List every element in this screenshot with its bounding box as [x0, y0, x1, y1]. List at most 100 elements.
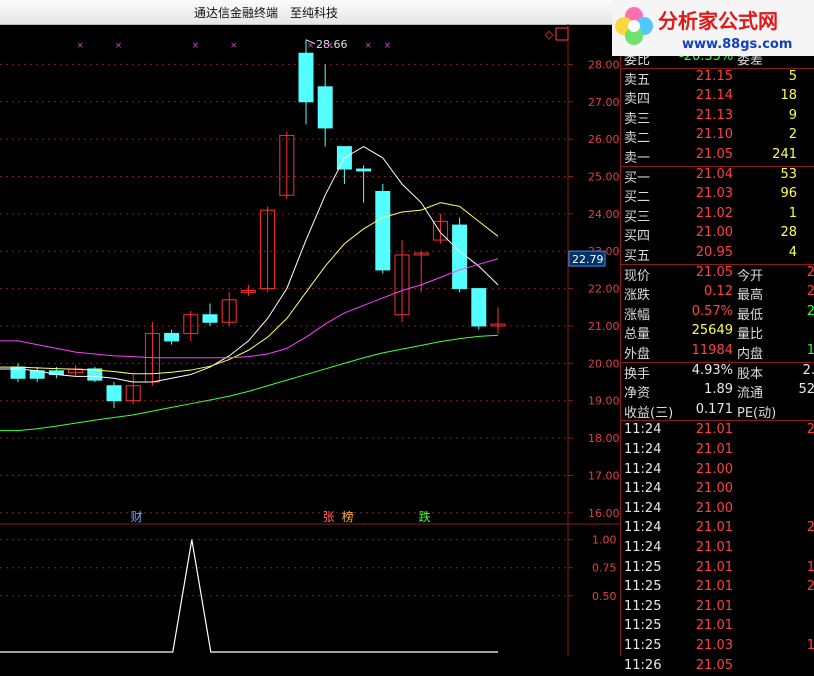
top-marker-icon: × — [76, 41, 84, 51]
tick-price: 21.03 — [695, 638, 733, 653]
tick-row[interactable]: 11:24 21.01 2 — [621, 421, 814, 440]
tick-row[interactable]: 11:24 21.01 2 — [621, 519, 814, 538]
stat-label: 最高 — [737, 288, 764, 304]
axis-tick-label: 25.00 — [588, 171, 620, 184]
ask-label: 卖五 — [624, 72, 651, 88]
event-marker[interactable]: 张 — [323, 510, 335, 524]
tick-volume: 2 — [806, 579, 814, 595]
ask-row[interactable]: 卖三 21.13 9 — [621, 107, 814, 127]
bid-price: 21.02 — [695, 205, 733, 221]
candle-body[interactable] — [164, 332, 180, 342]
tick-price: 21.00 — [695, 461, 733, 477]
bid-label: 买五 — [624, 249, 651, 264]
tick-row[interactable]: 11:25 21.01 — [621, 617, 814, 636]
tick-volume: 1 — [806, 638, 814, 653]
ask-label: 卖四 — [624, 92, 651, 108]
ask-volume: 18 — [780, 88, 797, 104]
stat-row[interactable]: 收益(三) 0.171 PE(动) — [621, 401, 814, 421]
moving-average-lines: 28.66× × × × × × × × — [0, 38, 499, 432]
ask-label: 卖二 — [624, 131, 651, 147]
tick-price: 21.01 — [695, 540, 733, 555]
bid-row[interactable]: 买二 21.03 96 — [621, 185, 814, 205]
stat-row[interactable]: 外盘 11984 内盘 1 — [621, 342, 814, 362]
bid-row[interactable]: 买三 21.02 1 — [621, 205, 814, 225]
tick-row[interactable]: 11:24 21.00 — [621, 500, 814, 519]
top-marker-icon: × — [364, 41, 372, 51]
tick-row[interactable]: 11:25 21.01 1 — [621, 559, 814, 578]
ask-row[interactable]: 卖二 21.10 2 — [621, 126, 814, 147]
event-marker[interactable]: 榜 — [342, 509, 354, 524]
tick-time: 11:25 — [624, 559, 662, 575]
tick-row[interactable]: 11:25 21.01 — [621, 598, 814, 617]
stat-row[interactable]: 现价 21.05 今开 2 — [621, 264, 814, 284]
candle-body[interactable] — [375, 190, 391, 271]
grid-lines — [0, 24, 620, 656]
indicator-line — [0, 539, 498, 653]
tick-time: 11:25 — [624, 579, 662, 595]
top-marker-icon: × — [192, 41, 200, 51]
stat-row[interactable]: 涨幅 0.57% 最低 2 — [621, 303, 814, 323]
bid-volume: 1 — [788, 205, 797, 221]
tick-row[interactable]: 11:25 21.01 2 — [621, 578, 814, 597]
axis-tick-label: 27.00 — [588, 96, 620, 109]
candle-body[interactable] — [202, 314, 218, 323]
kline-chart[interactable]: 28.66× × × × × × × × 16.0017.0018.0019.0020.002… — [0, 24, 620, 656]
tick-row[interactable]: 11:26 21.05 — [621, 657, 814, 676]
stat-value: 25649 — [691, 323, 733, 339]
ask-price: 21.14 — [695, 88, 733, 104]
price-axis: 16.0017.0018.0019.0020.0021.0022.0023.00… — [568, 58, 620, 520]
window-toggle-icon[interactable] — [555, 27, 569, 41]
stat-row[interactable]: 涨跌 0.12 最高 2 — [621, 283, 814, 304]
axis-tick-label: 18.00 — [588, 432, 620, 445]
tick-price: 21.01 — [695, 579, 733, 595]
event-marker[interactable]: 跌 — [419, 509, 431, 524]
tick-row[interactable]: 11:24 21.00 — [621, 461, 814, 480]
window-subtitle: 至纯科技 — [290, 6, 339, 20]
stat-value: 0.57% — [691, 303, 733, 319]
bid-row[interactable]: 买四 21.00 28 — [621, 224, 814, 244]
bid-row[interactable]: 买一 21.04 53 — [621, 166, 814, 186]
tick-price: 21.00 — [695, 481, 733, 497]
axis-tick-label: 16.00 — [588, 507, 620, 520]
ma_mid-line — [0, 202, 499, 375]
stat-value: 1.89 — [704, 382, 733, 398]
stat-value: 0.12 — [704, 284, 733, 300]
stat-label: 换手 — [624, 366, 651, 382]
candle-body[interactable] — [356, 168, 372, 172]
candle-body[interactable] — [298, 52, 314, 103]
bid-price: 21.03 — [695, 186, 733, 202]
tick-time: 11:24 — [624, 461, 662, 477]
tick-volume: 2 — [806, 422, 814, 438]
tick-time: 11:24 — [624, 520, 662, 536]
ask-row[interactable]: 卖一 21.05 241 — [621, 146, 814, 166]
candle-body[interactable] — [106, 385, 122, 402]
stat-label: 内盘 — [737, 347, 764, 362]
bid-price: 20.95 — [695, 245, 733, 260]
event-marker[interactable]: 财 — [131, 510, 143, 524]
bid-row[interactable]: 买五 20.95 4 — [621, 244, 814, 264]
stat-row[interactable]: 换手 4.93% 股本 2. — [621, 362, 814, 382]
tick-price: 21.05 — [695, 657, 733, 673]
tick-row[interactable]: 11:24 21.00 — [621, 480, 814, 499]
bid-price: 21.00 — [695, 225, 733, 241]
axis-tick-label: 26.00 — [588, 133, 620, 146]
stat-value: 4.93% — [691, 362, 733, 378]
stat-row[interactable]: 总量 25649 量比 — [621, 322, 814, 342]
tick-row[interactable]: 11:24 21.01 — [621, 539, 814, 558]
axis-tick-label: 24.00 — [588, 208, 620, 221]
candle-body[interactable] — [471, 288, 487, 327]
candle-body[interactable] — [452, 224, 468, 290]
stat-row[interactable]: 净资 1.89 流通 52 — [621, 381, 814, 401]
tick-row[interactable]: 11:25 21.03 1 — [621, 637, 814, 656]
candle-body[interactable] — [317, 86, 333, 129]
ask-volume: 241 — [772, 147, 797, 162]
tick-row[interactable]: 11:24 21.01 — [621, 441, 814, 460]
ask-row[interactable]: 卖五 21.15 5 — [621, 68, 814, 88]
ask-price: 21.15 — [695, 68, 733, 84]
axis-tick-label: 17.00 — [588, 469, 620, 482]
bid-volume: 28 — [780, 225, 797, 241]
diamond-icon[interactable]: ◇ — [545, 28, 554, 41]
ma_long-line — [0, 258, 499, 359]
ask-row[interactable]: 卖四 21.14 18 — [621, 87, 814, 108]
bid-price: 21.04 — [695, 166, 733, 182]
